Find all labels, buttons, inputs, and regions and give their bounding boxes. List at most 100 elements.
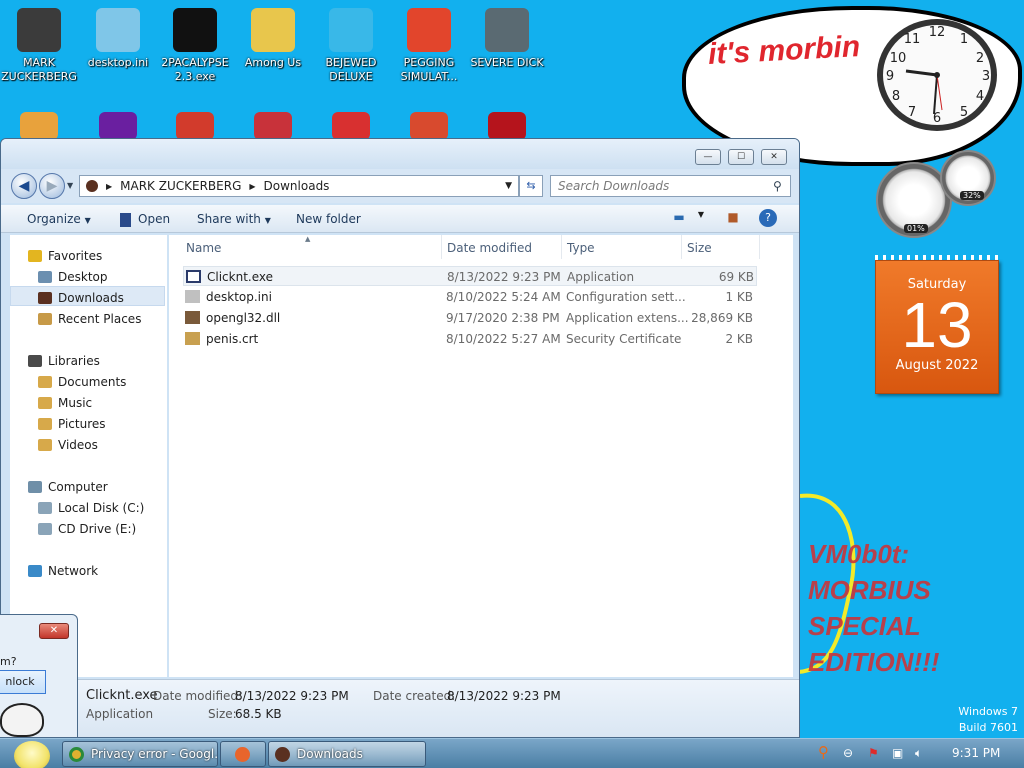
nav-item-label: Pictures (58, 417, 106, 431)
share-with-button[interactable]: Share with ▼ (197, 212, 271, 226)
breadcrumb-downloads[interactable]: Downloads (264, 179, 330, 193)
nav-item-favorites[interactable]: Favorites (28, 249, 102, 263)
unlock-dialog[interactable]: ✕ m? nlock (0, 614, 78, 738)
calendar-date: 13 (901, 289, 973, 361)
calendar-gadget[interactable]: Saturday 13 August 2022 (875, 260, 999, 394)
chrome-icon (69, 747, 84, 762)
nav-item-recent-places[interactable]: Recent Places (38, 312, 141, 326)
nav-item-label: Recent Places (58, 312, 142, 326)
action-center-icon[interactable]: ⚑ (868, 746, 879, 760)
desktop-icon-3[interactable]: 2PACALYPSE 2.3.exe (156, 8, 234, 84)
address-dropdown-icon[interactable]: ▼ (505, 181, 512, 191)
column-header-name[interactable]: Name (186, 241, 221, 255)
search-icon[interactable]: ⚲ (773, 179, 795, 193)
open-button[interactable]: Open (138, 212, 170, 226)
desktop-icon-label: desktop.ini (87, 56, 149, 69)
unlock-button[interactable]: nlock (0, 670, 46, 694)
nav-item-music[interactable]: Music (38, 396, 92, 410)
desktop-icon-5[interactable]: BEJEWED DELUXE (312, 8, 390, 84)
file-date: 8/10/2022 5:27 AM (446, 332, 561, 346)
column-separator[interactable] (759, 235, 760, 259)
address-row: ◀ ▶ ▼ ▶ MARK ZUCKERBERG ▶ Downloads ▼ ⇆ … (1, 169, 799, 203)
column-header-type[interactable]: Type (567, 241, 595, 255)
watermark-line1: Windows 7 (958, 705, 1018, 718)
organize-button[interactable]: Organize ▼ (27, 212, 91, 226)
recent-pages-dropdown-icon[interactable]: ▼ (67, 181, 73, 190)
help-icon[interactable]: ? (759, 209, 777, 227)
preview-pane-icon[interactable]: ■ (723, 210, 743, 226)
nav-item-computer[interactable]: Computer (28, 480, 108, 494)
column-separator[interactable] (681, 235, 682, 259)
file-type: Security Certificate (566, 332, 682, 346)
nav-item-documents[interactable]: Documents (38, 375, 126, 389)
minimize-button[interactable]: — (695, 149, 721, 165)
documents-icon (38, 376, 52, 388)
nav-item-desktop[interactable]: Desktop (38, 270, 108, 284)
file-name: opengl32.dll (206, 311, 281, 325)
start-button[interactable] (6, 739, 50, 768)
downloads-folder-icon (38, 292, 52, 304)
dialog-close-button[interactable]: ✕ (39, 623, 69, 639)
file-list[interactable]: Name ▲ Date modified Type Size Clicknt.e… (169, 235, 793, 677)
desktop-icon (38, 271, 52, 283)
explorer-window[interactable]: — ☐ ✕ ◀ ▶ ▼ ▶ MARK ZUCKERBERG ▶ Download… (0, 138, 800, 738)
change-view-icon[interactable]: ▬ (669, 210, 689, 226)
windows-watermark: Windows 7 Build 7601 (958, 704, 1018, 736)
column-separator[interactable] (441, 235, 442, 259)
column-separator[interactable] (561, 235, 562, 259)
breadcrumb-mark-zuckerberg[interactable]: MARK ZUCKERBERG (120, 179, 241, 193)
file-row[interactable]: opengl32.dll 9/17/2020 2:38 PM Application… (183, 308, 757, 328)
details-created-label: Date created: (373, 689, 456, 703)
file-row[interactable]: Clicknt.exe 8/13/2022 9:23 PM Application 6… (183, 266, 757, 286)
search-input[interactable]: Search Downloads (550, 175, 791, 197)
file-row[interactable]: desktop.ini 8/10/2022 5:24 AM Configuratio… (183, 287, 757, 307)
forward-button[interactable]: ▶ (39, 173, 65, 199)
address-bar[interactable]: ▶ MARK ZUCKERBERG ▶ Downloads ▼ (79, 175, 519, 197)
tray-clock[interactable]: 9:31 PM (952, 746, 1000, 760)
file-type: Application extens... (566, 311, 689, 325)
navigation-pane: Favorites Desktop Downloads Recent Places Li… (10, 235, 167, 677)
desktop-icon-1[interactable]: MARK ZUCKERBERG (0, 8, 78, 84)
file-date: 8/13/2022 9:23 PM (447, 270, 561, 284)
desktop-icon-4[interactable]: Among Us (234, 8, 312, 70)
nav-item-cd-drive-e[interactable]: CD Drive (E:) (38, 522, 136, 536)
sort-arrow-icon: ▲ (305, 235, 311, 243)
view-dropdown-icon[interactable]: ▼ (691, 210, 711, 226)
breadcrumb-separator-icon: ▶ (106, 181, 113, 191)
close-button[interactable]: ✕ (761, 149, 787, 165)
nav-item-label: Libraries (48, 354, 100, 368)
nav-item-network[interactable]: Network (28, 564, 98, 578)
file-row[interactable]: penis.crt 8/10/2022 5:27 AM Security Certi… (183, 329, 757, 349)
nav-item-label: Downloads (58, 291, 124, 305)
volume-icon[interactable]: 🔈︎ (915, 746, 922, 761)
minus-tray-icon[interactable]: ⊖ (843, 746, 853, 760)
clock-gadget[interactable]: 12 12 345 678 91011 (874, 16, 1000, 134)
network-tray-icon[interactable]: ▣ (892, 746, 903, 760)
desktop-icon-2[interactable]: desktop.ini (79, 8, 157, 70)
nav-item-videos[interactable]: Videos (38, 438, 98, 452)
star-icon (28, 250, 42, 262)
libraries-icon (28, 355, 42, 367)
desktop-icon-label: 2PACALYPSE 2.3.exe (161, 56, 229, 83)
nav-item-local-disk-c[interactable]: Local Disk (C:) (38, 501, 144, 515)
wallpaper-text: VM0b0t: MORBIUS SPECIAL EDITION!!! (808, 539, 940, 677)
desktop-icon-7[interactable]: SEVERE DICK (468, 8, 546, 70)
taskbar-downloads[interactable]: Downloads (268, 741, 426, 767)
nav-item-label: Documents (58, 375, 127, 389)
watermark-line2: Build 7601 (958, 721, 1018, 734)
search-tray-icon[interactable]: ⚲ (818, 743, 829, 761)
column-header-size[interactable]: Size (687, 241, 712, 255)
maximize-button[interactable]: ☐ (728, 149, 754, 165)
desktop-icon-6[interactable]: PEGGING SIMULAT... (390, 8, 468, 84)
nav-item-downloads[interactable]: Downloads (38, 291, 124, 305)
column-header-date[interactable]: Date modified (447, 241, 532, 255)
back-button[interactable]: ◀ (11, 173, 37, 199)
nav-item-pictures[interactable]: Pictures (38, 417, 106, 431)
new-folder-button[interactable]: New folder (296, 212, 361, 226)
start-orb-icon (14, 741, 50, 768)
refresh-icon[interactable]: ⇆ (519, 175, 543, 197)
taskbar-chrome[interactable]: Privacy error - Googl... (62, 741, 218, 767)
taskbar-firefox[interactable] (220, 741, 266, 767)
svg-text:4: 4 (976, 89, 984, 104)
nav-item-libraries[interactable]: Libraries (28, 354, 100, 368)
